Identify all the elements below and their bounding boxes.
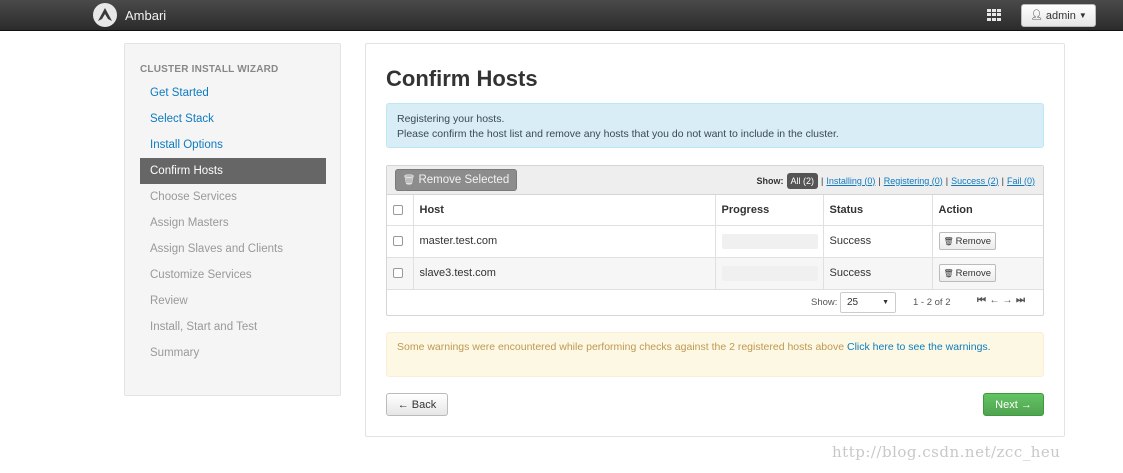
wizard-sidebar: CLUSTER INSTALL WIZARD Get Started Selec… bbox=[124, 43, 341, 396]
table-row: master.test.com Success 🗑︎ Remove bbox=[387, 225, 1043, 258]
filter-success[interactable]: Success (2) bbox=[951, 176, 999, 186]
host-column-header[interactable]: Host bbox=[413, 195, 716, 226]
row-checkbox[interactable] bbox=[393, 236, 403, 247]
page-size-select[interactable]: 25 ▼ bbox=[840, 292, 896, 313]
brand[interactable]: Ambari bbox=[93, 2, 166, 28]
brand-name: Ambari bbox=[125, 7, 167, 23]
pagination: ⏮︎ ← → ⏭︎ bbox=[975, 295, 1027, 306]
step-assign-masters: Assign Masters bbox=[150, 217, 229, 229]
step-confirm-hosts[interactable]: Confirm Hosts bbox=[140, 158, 326, 184]
user-menu-button[interactable]: 👤︎ admin ▼ bbox=[1021, 4, 1096, 27]
trash-icon: 🗑︎ bbox=[943, 236, 954, 246]
last-page-icon[interactable]: ⏭︎ bbox=[1014, 295, 1027, 306]
page-title: Confirm Hosts bbox=[386, 66, 538, 91]
filter-fail[interactable]: Fail (0) bbox=[1007, 176, 1035, 186]
table-row: slave3.test.com Success 🗑︎ Remove bbox=[387, 257, 1043, 290]
info-alert: Registering your hosts. Please confirm t… bbox=[386, 103, 1044, 148]
filter-separator: | bbox=[945, 175, 949, 186]
step-assign-slaves: Assign Slaves and Clients bbox=[150, 243, 283, 255]
host-name[interactable]: master.test.com bbox=[413, 225, 716, 258]
filter-installing[interactable]: Installing (0) bbox=[826, 176, 875, 186]
first-page-icon[interactable]: ⏮︎ bbox=[975, 295, 988, 306]
next-page-icon[interactable]: → bbox=[1001, 295, 1014, 306]
table-footer: Show: 25 ▼ 1 - 2 of 2 ⏮︎ ← → ⏭︎ bbox=[387, 289, 1043, 316]
page-range: 1 - 2 of 2 bbox=[913, 297, 951, 308]
remove-selected-button[interactable]: 🗑︎ Remove Selected bbox=[395, 169, 517, 191]
progress-cell bbox=[715, 257, 824, 290]
trash-icon: 🗑︎ bbox=[402, 174, 416, 186]
select-all-checkbox[interactable] bbox=[393, 204, 403, 215]
progress-bar bbox=[721, 233, 818, 249]
host-name[interactable]: slave3.test.com bbox=[413, 257, 716, 290]
filter-show-label: Show: bbox=[756, 175, 784, 186]
step-select-stack[interactable]: Select Stack bbox=[140, 106, 326, 132]
remove-host-label: Remove bbox=[955, 235, 992, 247]
action-column-header: Action bbox=[932, 195, 1043, 226]
row-checkbox[interactable] bbox=[393, 268, 403, 279]
remove-host-button[interactable]: 🗑︎ Remove bbox=[938, 264, 997, 282]
info-line-1: Registering your hosts. bbox=[397, 113, 505, 125]
table-toolbar: 🗑︎ Remove Selected Show: All (2) | Insta… bbox=[387, 166, 1043, 195]
status-column-header[interactable]: Status bbox=[823, 195, 933, 226]
remove-host-button[interactable]: 🗑︎ Remove bbox=[938, 232, 997, 250]
sidebar-header: CLUSTER INSTALL WIZARD bbox=[140, 64, 279, 75]
wizard-steps: Get Started Select Stack Install Options… bbox=[140, 80, 326, 366]
hosts-table-panel: 🗑︎ Remove Selected Show: All (2) | Insta… bbox=[386, 165, 1044, 316]
trash-icon: 🗑︎ bbox=[943, 268, 954, 278]
filter-separator: | bbox=[878, 175, 881, 186]
watermark: http://blog.csdn.net/zcc_heu bbox=[832, 443, 1061, 461]
main-panel: Confirm Hosts Registering your hosts. Pl… bbox=[365, 43, 1065, 437]
caret-down-icon: ▼ bbox=[882, 299, 889, 306]
filter-all[interactable]: All (2) bbox=[786, 172, 819, 189]
page-size-label: Show: bbox=[811, 297, 838, 308]
step-summary: Summary bbox=[150, 347, 200, 359]
table-header-row: Host Progress Status Action bbox=[387, 195, 1043, 226]
row-select-cell bbox=[387, 225, 414, 258]
progress-column-header: Progress bbox=[715, 195, 824, 226]
step-customize-services: Customize Services bbox=[150, 269, 252, 281]
status-text[interactable]: Success bbox=[823, 225, 933, 258]
filter-registering[interactable]: Registering (0) bbox=[884, 176, 943, 186]
step-install-options[interactable]: Install Options bbox=[140, 132, 326, 158]
step-review: Review bbox=[150, 295, 188, 307]
filter-separator: | bbox=[1001, 175, 1004, 186]
caret-down-icon: ▼ bbox=[1078, 11, 1087, 20]
page-size-value: 25 bbox=[847, 297, 859, 308]
step-install-start-test: Install, Start and Test bbox=[150, 321, 258, 333]
action-cell: 🗑︎ Remove bbox=[932, 225, 1043, 258]
select-all-cell bbox=[387, 195, 414, 226]
apps-grid-icon[interactable] bbox=[987, 9, 1001, 21]
status-filters: Show: All (2) | Installing (0) | Registe… bbox=[757, 171, 1035, 190]
back-button[interactable]: ← Back bbox=[386, 393, 448, 416]
prev-page-icon[interactable]: ← bbox=[988, 295, 1001, 306]
top-navbar: Ambari 👤︎ admin ▼ bbox=[0, 0, 1123, 31]
info-line-2: Please confirm the host list and remove … bbox=[397, 128, 839, 140]
remove-host-label: Remove bbox=[955, 267, 992, 279]
progress-cell bbox=[715, 225, 824, 258]
progress-bar bbox=[721, 265, 818, 281]
hosts-table: Host Progress Status Action master.test.… bbox=[387, 195, 1043, 290]
step-choose-services: Choose Services bbox=[150, 191, 237, 203]
row-select-cell bbox=[387, 257, 414, 290]
warning-text: Some warnings were encountered while per… bbox=[397, 341, 845, 353]
remove-selected-label: Remove Selected bbox=[418, 174, 510, 186]
status-text[interactable]: Success bbox=[823, 257, 933, 290]
warnings-link[interactable]: Click here to see the warnings. bbox=[847, 341, 991, 353]
step-get-started[interactable]: Get Started bbox=[140, 80, 326, 106]
next-button[interactable]: Next → bbox=[983, 393, 1044, 416]
warning-alert: Some warnings were encountered while per… bbox=[386, 332, 1044, 377]
filter-separator: | bbox=[821, 175, 824, 186]
user-menu-label: admin bbox=[1045, 9, 1076, 22]
ambari-logo-icon bbox=[93, 3, 117, 27]
action-cell: 🗑︎ Remove bbox=[932, 257, 1043, 290]
user-icon: 👤︎ bbox=[1030, 10, 1043, 21]
